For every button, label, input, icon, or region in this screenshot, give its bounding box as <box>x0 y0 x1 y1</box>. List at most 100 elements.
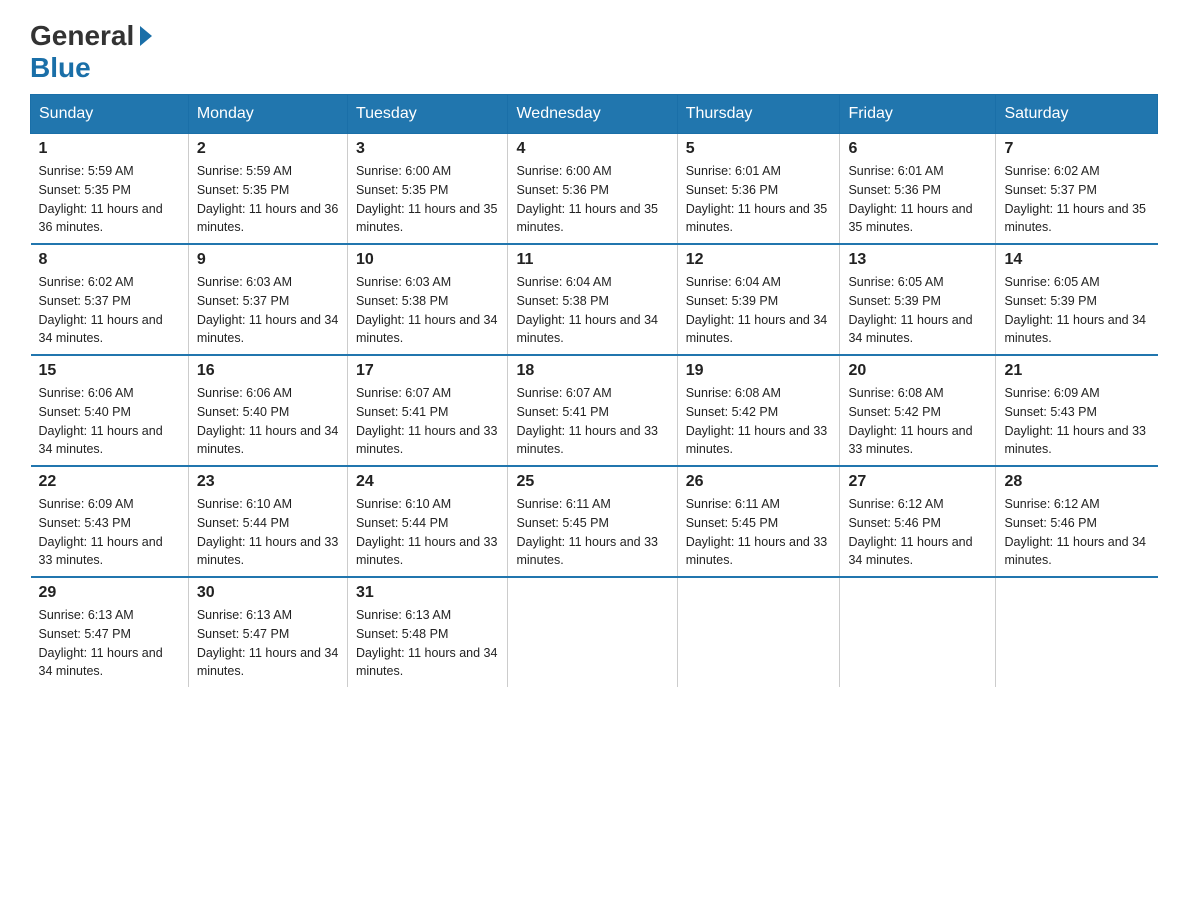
page-header: General Blue <box>30 20 1158 84</box>
column-header-wednesday: Wednesday <box>508 95 677 134</box>
day-info: Sunrise: 6:00 AMSunset: 5:35 PMDaylight:… <box>356 162 500 237</box>
day-number: 15 <box>39 362 180 380</box>
calendar-cell: 25Sunrise: 6:11 AMSunset: 5:45 PMDayligh… <box>508 466 677 577</box>
day-number: 28 <box>1004 473 1149 491</box>
day-info: Sunrise: 6:04 AMSunset: 5:38 PMDaylight:… <box>516 273 668 348</box>
calendar-cell: 24 Sunrise: 6:10 AMSunset: 5:44 PMDayligh… <box>347 466 508 577</box>
day-info: Sunrise: 6:01 AMSunset: 5:36 PMDaylight:… <box>848 162 987 237</box>
day-info: Sunrise: 6:08 AMSunset: 5:42 PMDaylight:… <box>848 384 987 459</box>
calendar-cell: 4 Sunrise: 6:00 AMSunset: 5:36 PMDaylight… <box>508 134 677 245</box>
day-info: Sunrise: 6:06 AMSunset: 5:40 PMDaylight:… <box>39 384 180 459</box>
day-info: Sunrise: 6:13 AMSunset: 5:47 PMDaylight:… <box>197 606 339 681</box>
logo-arrow-icon <box>140 26 152 46</box>
day-number: 23 <box>197 473 339 491</box>
column-header-thursday: Thursday <box>677 95 840 134</box>
day-number: 14 <box>1004 251 1149 269</box>
day-info: Sunrise: 6:02 AMSunset: 5:37 PMDaylight:… <box>39 273 180 348</box>
logo-blue-text: Blue <box>30 52 91 84</box>
calendar-cell: 9Sunrise: 6:03 AMSunset: 5:37 PMDaylight… <box>188 244 347 355</box>
calendar-cell: 11 Sunrise: 6:04 AMSunset: 5:38 PMDayligh… <box>508 244 677 355</box>
calendar-cell: 28 Sunrise: 6:12 AMSunset: 5:46 PMDayligh… <box>996 466 1158 577</box>
day-number: 5 <box>686 140 832 158</box>
calendar-cell: 8 Sunrise: 6:02 AMSunset: 5:37 PMDaylight… <box>31 244 189 355</box>
day-number: 16 <box>197 362 339 380</box>
calendar-cell: 18Sunrise: 6:07 AMSunset: 5:41 PMDayligh… <box>508 355 677 466</box>
calendar-cell: 12 Sunrise: 6:04 AMSunset: 5:39 PMDayligh… <box>677 244 840 355</box>
day-number: 21 <box>1004 362 1149 380</box>
day-info: Sunrise: 6:12 AMSunset: 5:46 PMDaylight:… <box>1004 495 1149 570</box>
day-number: 25 <box>516 473 668 491</box>
day-info: Sunrise: 6:13 AMSunset: 5:47 PMDaylight:… <box>39 606 180 681</box>
day-number: 22 <box>39 473 180 491</box>
calendar-table: SundayMondayTuesdayWednesdayThursdayFrid… <box>30 94 1158 687</box>
day-info: Sunrise: 6:00 AMSunset: 5:36 PMDaylight:… <box>516 162 668 237</box>
column-header-tuesday: Tuesday <box>347 95 508 134</box>
calendar-cell: 2 Sunrise: 5:59 AMSunset: 5:35 PMDaylight… <box>188 134 347 245</box>
day-info: Sunrise: 6:07 AMSunset: 5:41 PMDaylight:… <box>356 384 500 459</box>
day-info: Sunrise: 6:12 AMSunset: 5:46 PMDaylight:… <box>848 495 987 570</box>
day-info: Sunrise: 6:11 AMSunset: 5:45 PMDaylight:… <box>686 495 832 570</box>
day-number: 26 <box>686 473 832 491</box>
day-info: Sunrise: 6:02 AMSunset: 5:37 PMDaylight:… <box>1004 162 1149 237</box>
day-info: Sunrise: 6:04 AMSunset: 5:39 PMDaylight:… <box>686 273 832 348</box>
day-number: 1 <box>39 140 180 158</box>
day-number: 31 <box>356 584 500 602</box>
day-number: 19 <box>686 362 832 380</box>
day-number: 13 <box>848 251 987 269</box>
day-number: 4 <box>516 140 668 158</box>
calendar-cell: 3 Sunrise: 6:00 AMSunset: 5:35 PMDaylight… <box>347 134 508 245</box>
calendar-week-row: 22 Sunrise: 6:09 AMSunset: 5:43 PMDayligh… <box>31 466 1158 577</box>
day-info: Sunrise: 6:09 AMSunset: 5:43 PMDaylight:… <box>1004 384 1149 459</box>
calendar-cell: 26 Sunrise: 6:11 AMSunset: 5:45 PMDayligh… <box>677 466 840 577</box>
day-info: Sunrise: 5:59 AMSunset: 5:35 PMDaylight:… <box>39 162 180 237</box>
column-header-saturday: Saturday <box>996 95 1158 134</box>
day-info: Sunrise: 6:06 AMSunset: 5:40 PMDaylight:… <box>197 384 339 459</box>
calendar-cell: 5Sunrise: 6:01 AMSunset: 5:36 PMDaylight… <box>677 134 840 245</box>
day-number: 10 <box>356 251 500 269</box>
column-header-friday: Friday <box>840 95 996 134</box>
calendar-cell: 30 Sunrise: 6:13 AMSunset: 5:47 PMDayligh… <box>188 577 347 687</box>
day-info: Sunrise: 6:13 AMSunset: 5:48 PMDaylight:… <box>356 606 500 681</box>
day-number: 6 <box>848 140 987 158</box>
calendar-cell: 23Sunrise: 6:10 AMSunset: 5:44 PMDayligh… <box>188 466 347 577</box>
calendar-week-row: 15 Sunrise: 6:06 AMSunset: 5:40 PMDayligh… <box>31 355 1158 466</box>
calendar-cell: 27 Sunrise: 6:12 AMSunset: 5:46 PMDayligh… <box>840 466 996 577</box>
day-number: 7 <box>1004 140 1149 158</box>
calendar-cell: 7 Sunrise: 6:02 AMSunset: 5:37 PMDaylight… <box>996 134 1158 245</box>
day-number: 30 <box>197 584 339 602</box>
day-number: 20 <box>848 362 987 380</box>
calendar-cell: 15 Sunrise: 6:06 AMSunset: 5:40 PMDayligh… <box>31 355 189 466</box>
day-info: Sunrise: 6:07 AMSunset: 5:41 PMDaylight:… <box>516 384 668 459</box>
day-number: 27 <box>848 473 987 491</box>
day-number: 8 <box>39 251 180 269</box>
calendar-week-row: 8 Sunrise: 6:02 AMSunset: 5:37 PMDaylight… <box>31 244 1158 355</box>
calendar-cell: 20 Sunrise: 6:08 AMSunset: 5:42 PMDayligh… <box>840 355 996 466</box>
calendar-cell: 29 Sunrise: 6:13 AMSunset: 5:47 PMDayligh… <box>31 577 189 687</box>
calendar-cell: 14 Sunrise: 6:05 AMSunset: 5:39 PMDayligh… <box>996 244 1158 355</box>
day-number: 3 <box>356 140 500 158</box>
day-number: 9 <box>197 251 339 269</box>
day-number: 24 <box>356 473 500 491</box>
calendar-cell: 16 Sunrise: 6:06 AMSunset: 5:40 PMDayligh… <box>188 355 347 466</box>
day-number: 12 <box>686 251 832 269</box>
column-header-monday: Monday <box>188 95 347 134</box>
calendar-cell <box>677 577 840 687</box>
calendar-cell <box>840 577 996 687</box>
calendar-cell <box>508 577 677 687</box>
calendar-cell <box>996 577 1158 687</box>
calendar-cell: 31 Sunrise: 6:13 AMSunset: 5:48 PMDayligh… <box>347 577 508 687</box>
calendar-cell: 13Sunrise: 6:05 AMSunset: 5:39 PMDayligh… <box>840 244 996 355</box>
day-number: 11 <box>516 251 668 269</box>
day-number: 2 <box>197 140 339 158</box>
day-info: Sunrise: 6:09 AMSunset: 5:43 PMDaylight:… <box>39 495 180 570</box>
column-header-sunday: Sunday <box>31 95 189 134</box>
day-info: Sunrise: 6:10 AMSunset: 5:44 PMDaylight:… <box>356 495 500 570</box>
calendar-cell: 1 Sunrise: 5:59 AMSunset: 5:35 PMDaylight… <box>31 134 189 245</box>
day-info: Sunrise: 6:08 AMSunset: 5:42 PMDaylight:… <box>686 384 832 459</box>
calendar-cell: 19 Sunrise: 6:08 AMSunset: 5:42 PMDayligh… <box>677 355 840 466</box>
day-info: Sunrise: 6:05 AMSunset: 5:39 PMDaylight:… <box>1004 273 1149 348</box>
calendar-week-row: 29 Sunrise: 6:13 AMSunset: 5:47 PMDayligh… <box>31 577 1158 687</box>
day-info: Sunrise: 5:59 AMSunset: 5:35 PMDaylight:… <box>197 162 339 237</box>
logo: General Blue <box>30 20 152 84</box>
day-number: 29 <box>39 584 180 602</box>
